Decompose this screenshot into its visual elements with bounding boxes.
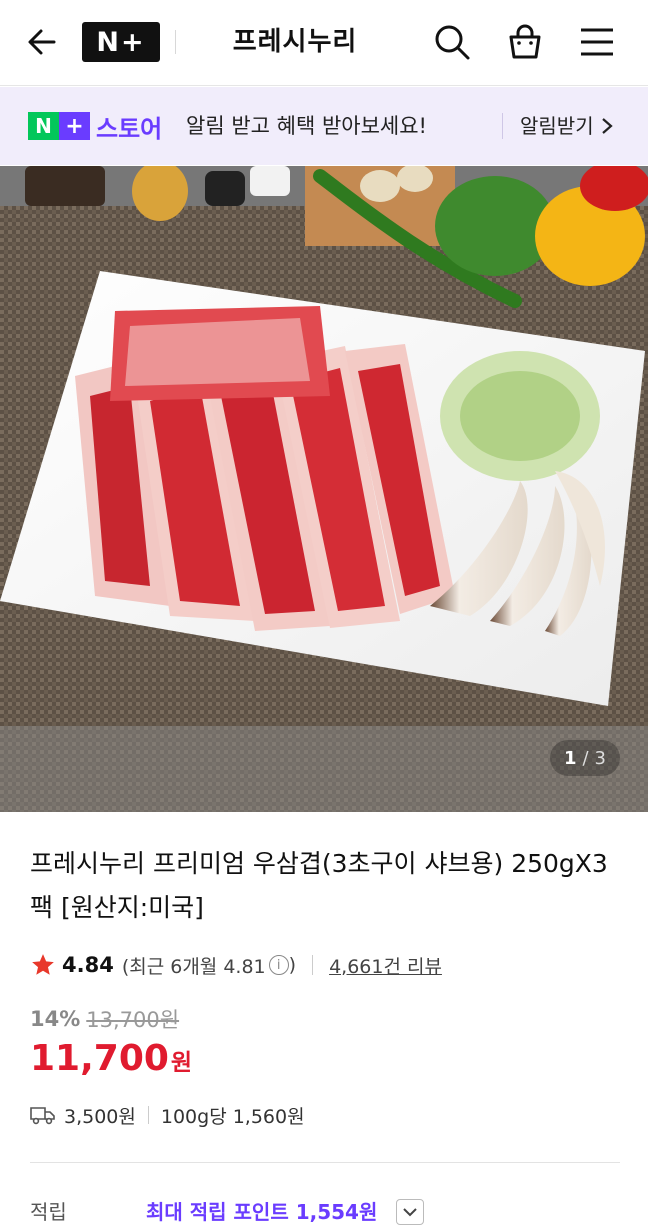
shipping-divider xyxy=(147,1106,149,1124)
recent-rating-text: (최근 6개월 4.81 xyxy=(121,955,266,978)
menu-icon xyxy=(581,28,613,56)
top-app-bar: N+ 프레시누리 xyxy=(0,0,648,86)
discount-row: 14% 13,700원 xyxy=(30,1004,179,1034)
nplus-logo[interactable]: N+ xyxy=(82,22,160,62)
shipping-fee: 3,500원 xyxy=(64,1105,136,1128)
subscribe-alert-button[interactable]: 알림받기 xyxy=(520,111,614,141)
search-button[interactable] xyxy=(430,20,474,64)
rating-row: 4.84 (최근 6개월 4.81 i ) 4,661건 리뷰 xyxy=(30,948,442,982)
banner-message: 알림 받고 혜택 받아보세요! xyxy=(186,114,427,138)
product-image[interactable]: 1 / 3 xyxy=(0,166,648,812)
image-counter-separator: / xyxy=(582,747,589,769)
sale-price-unit: 원 xyxy=(170,1050,193,1076)
unit-price: 100g당 1,560원 xyxy=(160,1105,305,1128)
image-counter-current: 1 xyxy=(563,747,577,769)
nplus-store-logo: N + 스토어 xyxy=(28,111,163,143)
search-icon xyxy=(435,25,470,60)
banner-divider xyxy=(502,113,503,139)
chevron-right-icon xyxy=(601,118,613,134)
points-row: 적립 최대 적립 포인트 1,554원 xyxy=(30,1196,630,1228)
discount-rate: 14% xyxy=(30,1007,81,1031)
store-title[interactable]: 프레시누리 xyxy=(200,22,390,62)
shopping-bag-icon xyxy=(509,24,541,59)
logo-n: N xyxy=(28,112,59,140)
section-divider xyxy=(30,1162,620,1163)
header-divider xyxy=(175,30,176,54)
back-button[interactable] xyxy=(20,20,64,64)
points-label: 적립 xyxy=(30,1200,67,1224)
image-counter-total: 3 xyxy=(594,747,606,769)
max-points-value: 최대 적립 포인트 1,554원 xyxy=(146,1200,378,1224)
original-price: 13,700원 xyxy=(86,1008,180,1032)
menu-button[interactable] xyxy=(575,20,619,64)
product-photo xyxy=(0,166,648,812)
store-label: 스토어 xyxy=(96,114,163,143)
star-icon xyxy=(32,954,54,975)
info-icon[interactable]: i xyxy=(268,955,289,975)
points-expand-button[interactable] xyxy=(396,1199,424,1225)
chevron-down-icon xyxy=(403,1208,417,1217)
rating-score: 4.84 xyxy=(62,953,114,977)
logo-plus: + xyxy=(59,112,90,140)
shipping-row: 3,500원 100g당 1,560원 xyxy=(30,1100,305,1130)
shopping-bag-button[interactable] xyxy=(503,20,547,64)
sale-price-row: 11,700 원 xyxy=(30,1038,192,1086)
notification-banner[interactable]: N + 스토어 알림 받고 혜택 받아보세요! 알림받기 xyxy=(0,87,648,165)
recent-rating-close: ) xyxy=(288,954,297,976)
image-counter: 1 / 3 xyxy=(549,740,620,776)
sale-price: 11,700 xyxy=(30,1038,169,1079)
back-arrow-icon xyxy=(28,29,56,55)
delivery-truck-icon xyxy=(30,1107,55,1125)
subscribe-alert-label: 알림받기 xyxy=(520,114,594,138)
product-title: 프레시누리 프리미엄 우삼겹(3초구이 샤브용) 250gX3팩 [원산지:미국… xyxy=(30,849,608,922)
rating-divider xyxy=(312,955,314,975)
review-count-link[interactable]: 4,661건 리뷰 xyxy=(329,952,442,979)
